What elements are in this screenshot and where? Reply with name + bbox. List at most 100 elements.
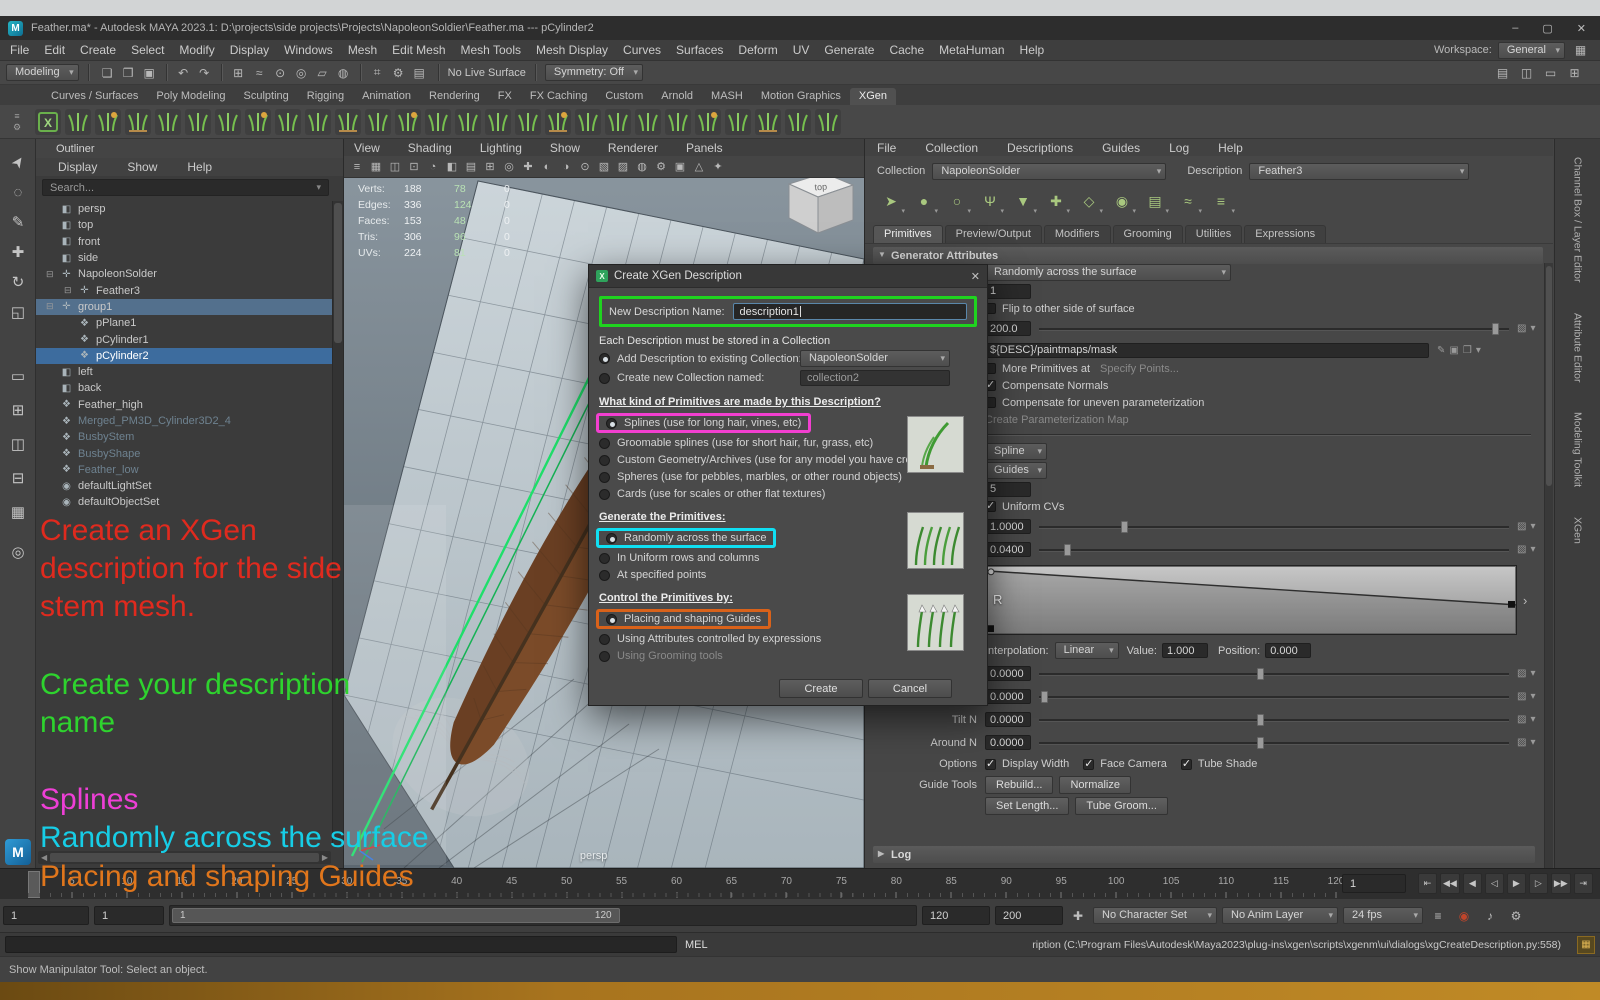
- radio-button[interactable]: [599, 372, 610, 384]
- xgen-shelf-icon-19[interactable]: [574, 108, 602, 136]
- ramp-expand-button[interactable]: ›: [1523, 593, 1527, 608]
- radio-button[interactable]: [599, 488, 610, 500]
- dialog-title-bar[interactable]: X Create XGen Description ✕: [589, 265, 987, 288]
- radio-option-create-new-collection[interactable]: Create new Collection named: collection2: [599, 370, 977, 386]
- render-view-icon[interactable]: ▤: [410, 63, 429, 82]
- xgen-tab-utilities[interactable]: Utilities: [1184, 225, 1243, 243]
- outliner-item-front[interactable]: ◧ front: [36, 234, 332, 250]
- set-length-button[interactable]: Set Length...: [985, 796, 1070, 815]
- symmetry-selector[interactable]: Symmetry: Off: [544, 64, 643, 81]
- options-caret-icon[interactable]: ▾: [1476, 345, 1481, 356]
- step-back-key-button[interactable]: ◀: [1462, 873, 1482, 894]
- viewport-toolbar-icon-6[interactable]: ◧: [443, 158, 461, 176]
- log-section-header[interactable]: Log: [873, 846, 1535, 863]
- make-live-icon[interactable]: ◍: [334, 63, 353, 82]
- guides-dropdown[interactable]: Guides: [985, 462, 1047, 479]
- xgen-export-icon[interactable]: ▼ ▾: [1011, 190, 1037, 215]
- normalize-button[interactable]: Normalize: [1059, 775, 1131, 794]
- xgen-tab-expressions[interactable]: Expressions: [1244, 225, 1327, 243]
- script-editor-icon[interactable]: ▦: [1577, 935, 1595, 954]
- xgen-shelf-icon-23[interactable]: [694, 108, 722, 136]
- attr-value-field[interactable]: 0.0000: [985, 735, 1031, 750]
- xgen-shelf-icon-13[interactable]: [394, 108, 422, 136]
- step-forward-frame-button[interactable]: ▶▶: [1550, 873, 1571, 894]
- step-forward-key-button[interactable]: ▷: [1528, 873, 1548, 894]
- viewport-toolbar-icon-8[interactable]: ⊞: [481, 158, 499, 176]
- radio-option-at-specified-points[interactable]: At specified points: [599, 568, 977, 582]
- attr-options-caret-icon[interactable]: ▾: [1530, 521, 1535, 532]
- outliner-item-defaultobjectset[interactable]: ◉ defaultObjectSet: [36, 494, 332, 510]
- time-slider[interactable]: 5 10 15 20 25 30 35 40 45 50 55 60 65 70 75 80 85 90 95 100…: [0, 868, 1600, 899]
- xgen-menu-icon[interactable]: ≡ ▾: [1209, 190, 1235, 215]
- xgen-attributes-icon[interactable]: ▤ ▾: [1143, 190, 1169, 216]
- viewport-menu-shading[interactable]: Shading: [408, 141, 452, 155]
- slider-handle[interactable]: [1040, 690, 1048, 703]
- outliner-item-persp[interactable]: ◧ persp: [36, 201, 332, 217]
- xgen-update-preview-icon[interactable]: Ψ ▾: [978, 190, 1004, 215]
- attr-map-icon[interactable]: ▨: [1517, 323, 1526, 334]
- xgen-shelf-icon-25[interactable]: [754, 108, 782, 136]
- menu-create[interactable]: Create: [80, 43, 116, 57]
- xgen-shelf-icon-6[interactable]: [184, 108, 212, 136]
- paint-select-tool-icon[interactable]: ✎: [5, 209, 31, 235]
- menu-file[interactable]: File: [10, 43, 29, 57]
- radio-button[interactable]: [606, 417, 617, 429]
- attr-value-field[interactable]: 1: [985, 283, 1031, 299]
- attr-value-field[interactable]: 0.0400: [985, 542, 1031, 557]
- zoom-tool-icon[interactable]: ◎: [5, 539, 31, 565]
- expander-icon[interactable]: ⊟: [64, 285, 77, 296]
- lasso-tool-icon[interactable]: ◌: [5, 179, 31, 205]
- range-slider-handle[interactable]: 1 120: [172, 908, 620, 923]
- snap-curve-icon[interactable]: ≈: [250, 63, 269, 82]
- viewport-toolbar-icon-12[interactable]: ◑: [557, 158, 575, 176]
- viewport-toolbar-icon-5[interactable]: ◔: [424, 158, 442, 176]
- menu-mesh[interactable]: Mesh: [348, 43, 377, 57]
- outliner-item-busbyshape[interactable]: ❖ BusbyShape: [36, 445, 332, 461]
- xgen-shelf-icon-3[interactable]: [94, 108, 122, 136]
- expander-icon[interactable]: ⊟: [46, 301, 59, 312]
- xgen-shelf-icon-5[interactable]: [154, 108, 182, 136]
- scroll-right-icon[interactable]: ▶: [322, 853, 328, 862]
- outliner-item-side[interactable]: ◧ side: [36, 250, 332, 266]
- attr-value-field[interactable]: 200.0: [985, 321, 1031, 336]
- position-field[interactable]: 0.000: [1265, 643, 1312, 658]
- rebuild-button[interactable]: Rebuild...: [985, 775, 1054, 794]
- menu-modify[interactable]: Modify: [179, 43, 214, 57]
- xgen-shelf-icon-10[interactable]: [304, 108, 332, 136]
- radio-button[interactable]: [599, 454, 610, 466]
- outliner-item-feather-low[interactable]: ❖ Feather_low: [36, 462, 332, 478]
- maximize-button[interactable]: ▢: [1542, 22, 1552, 35]
- xgen-display-icon[interactable]: ◉ ▾: [1110, 190, 1136, 216]
- close-button[interactable]: ✕: [1577, 22, 1586, 35]
- radio-option-add-to-existing-collection[interactable]: Add Description to existing Collection: …: [599, 350, 977, 367]
- range-slider[interactable]: 1 120: [169, 905, 917, 926]
- attr-value-field[interactable]: 1.0000: [985, 519, 1031, 534]
- outliner-horizontal-scrollbar[interactable]: ◀ ▶: [38, 851, 331, 864]
- radio-option-cards-use-for-scales-or-other-flat-textures[interactable]: Cards (use for scales or other flat text…: [599, 487, 977, 501]
- xgen-menu-descriptions[interactable]: Descriptions: [1007, 141, 1073, 155]
- viewport-toolbar-icon-10[interactable]: ✚: [519, 158, 537, 176]
- radio-button[interactable]: [606, 613, 617, 625]
- attr-value-field[interactable]: 0.0000: [985, 689, 1031, 704]
- shelf-tab-custom[interactable]: Custom: [596, 88, 652, 105]
- minimize-button[interactable]: –: [1512, 22, 1518, 35]
- step-back-frame-button[interactable]: ◀◀: [1440, 873, 1460, 894]
- xgen-vertical-scrollbar[interactable]: [1544, 263, 1553, 868]
- snap-grid-icon[interactable]: ⊞: [229, 63, 248, 82]
- attr-options-caret-icon[interactable]: ▾: [1530, 714, 1535, 725]
- scrollbar-thumb[interactable]: [50, 853, 319, 862]
- shelf-tab-fx[interactable]: FX: [489, 88, 521, 105]
- xgen-menu-guides[interactable]: Guides: [1102, 141, 1140, 155]
- xgen-shelf-icon-4[interactable]: [124, 108, 152, 136]
- attr-map-icon[interactable]: ▨: [1517, 544, 1526, 555]
- attr-map-icon[interactable]: ▨: [1517, 521, 1526, 532]
- xgen-shelf-icon-1[interactable]: X: [34, 108, 62, 136]
- mute-icon[interactable]: ♪: [1480, 906, 1500, 926]
- attr-slider[interactable]: [1039, 713, 1509, 727]
- xgen-shelf-icon-12[interactable]: [364, 108, 392, 136]
- attr-options-caret-icon[interactable]: ▾: [1530, 668, 1535, 679]
- snap-projected-center-icon[interactable]: ◎: [292, 63, 311, 82]
- attr-options-caret-icon[interactable]: ▾: [1530, 544, 1535, 555]
- scale-tool-icon[interactable]: ◱: [5, 299, 31, 325]
- xgen-shelf-icon-21[interactable]: [634, 108, 662, 136]
